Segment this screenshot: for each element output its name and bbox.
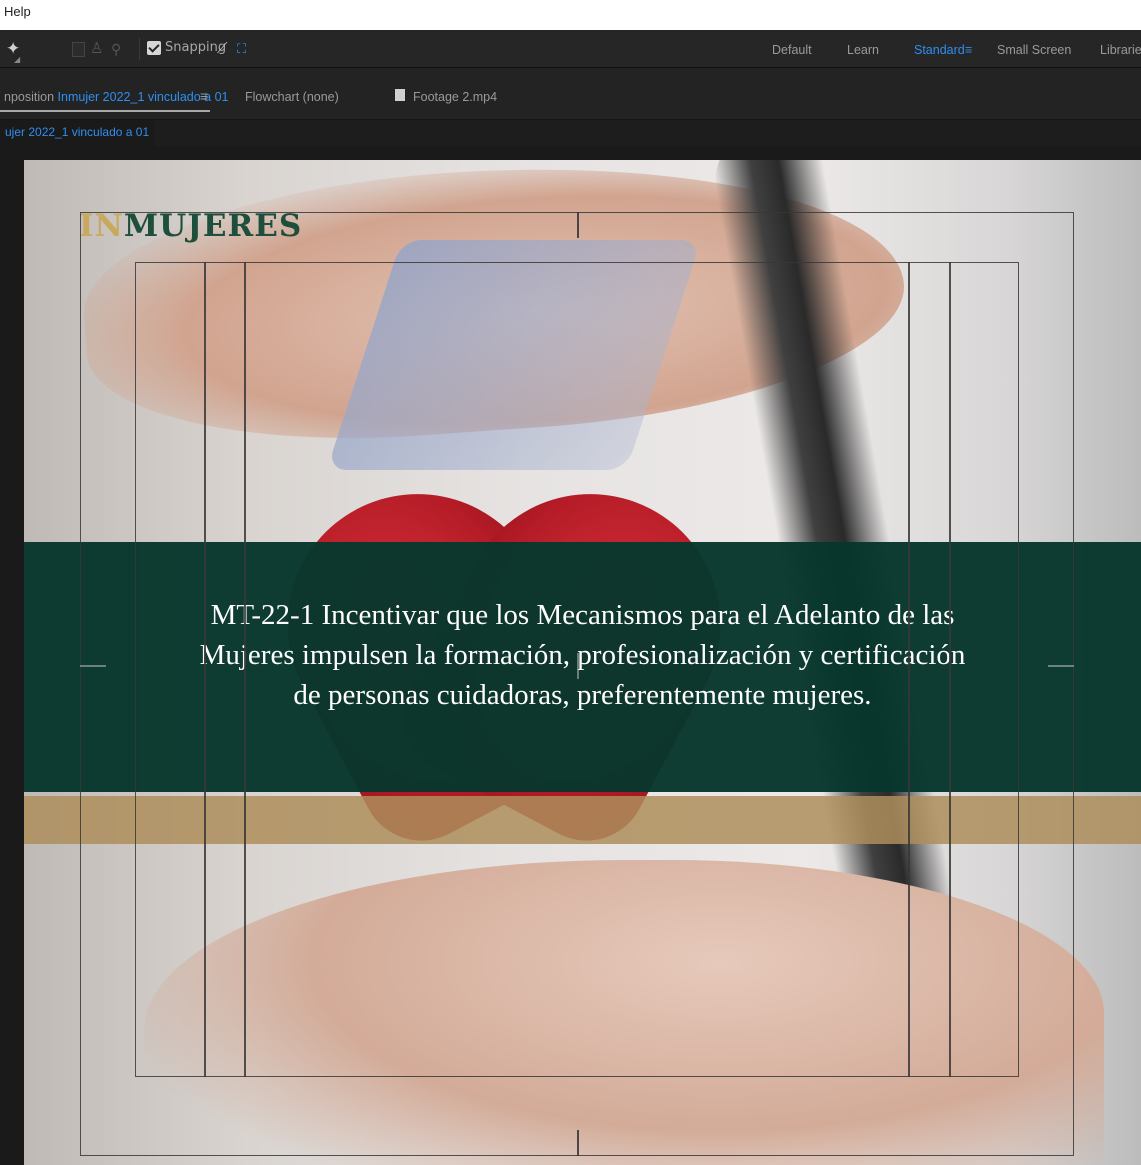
puppet-pin-icon[interactable]: ♙ [90, 39, 103, 59]
comp-subtab[interactable]: ujer 2022_1 vinculado a 01 [0, 120, 155, 146]
workspace-libraries[interactable]: Libraries [1100, 42, 1141, 58]
composition-frame[interactable]: INMUJERES MT-22-1 Incentivar que los Mec… [24, 160, 1141, 1165]
footage-swatch-icon [395, 89, 405, 101]
center-mark-middle [577, 653, 579, 679]
menu-bar: Help [0, 0, 1141, 30]
tool-dropdown-indicator-icon[interactable]: ◢ [14, 50, 20, 70]
toolbar: ✦ ◢ ♙ ⚲ Snapping ⟋ ⛶ Default Learn Stand… [0, 30, 1141, 68]
safe-guide-line-right-2 [949, 262, 951, 1077]
workspace-default[interactable]: Default [772, 42, 812, 58]
tab-flowchart[interactable]: Flowchart (none) [245, 89, 339, 105]
shape-tool-icon[interactable] [72, 42, 85, 57]
tab-composition-prefix: nposition [4, 90, 55, 104]
safe-guide-line-right-1 [908, 262, 910, 1077]
tab-composition[interactable]: nposition Inmujer 2022_1 vinculado a 01 [4, 89, 229, 105]
safe-guide-line-left-1 [204, 262, 206, 1077]
menu-help[interactable]: Help [4, 4, 31, 20]
center-mark-bottom [577, 1130, 579, 1156]
snapping-checkbox-icon[interactable] [147, 41, 161, 55]
center-mark-right [1048, 665, 1074, 667]
snap-frame-icon[interactable]: ⛶ [237, 39, 246, 59]
workspace-menu-icon[interactable]: ≡ [965, 42, 972, 58]
active-tab-indicator [0, 110, 210, 112]
safe-guide-line-left-2 [244, 262, 246, 1077]
workspace-small-screen[interactable]: Small Screen [997, 42, 1071, 58]
workspace-learn[interactable]: Learn [847, 42, 879, 58]
panel-menu-icon[interactable]: ≡ [200, 88, 208, 104]
toolbar-divider [139, 38, 140, 60]
workspace-standard[interactable]: Standard [914, 42, 965, 58]
tab-footage[interactable]: Footage 2.mp4 [413, 89, 497, 105]
snap-edges-icon[interactable]: ⟋ [217, 39, 228, 59]
center-mark-top [577, 212, 579, 238]
panel-tab-bar: nposition Inmujer 2022_1 vinculado a 01 … [0, 68, 1141, 120]
center-mark-left [80, 665, 106, 667]
roto-brush-icon[interactable]: ⚲ [111, 39, 121, 59]
